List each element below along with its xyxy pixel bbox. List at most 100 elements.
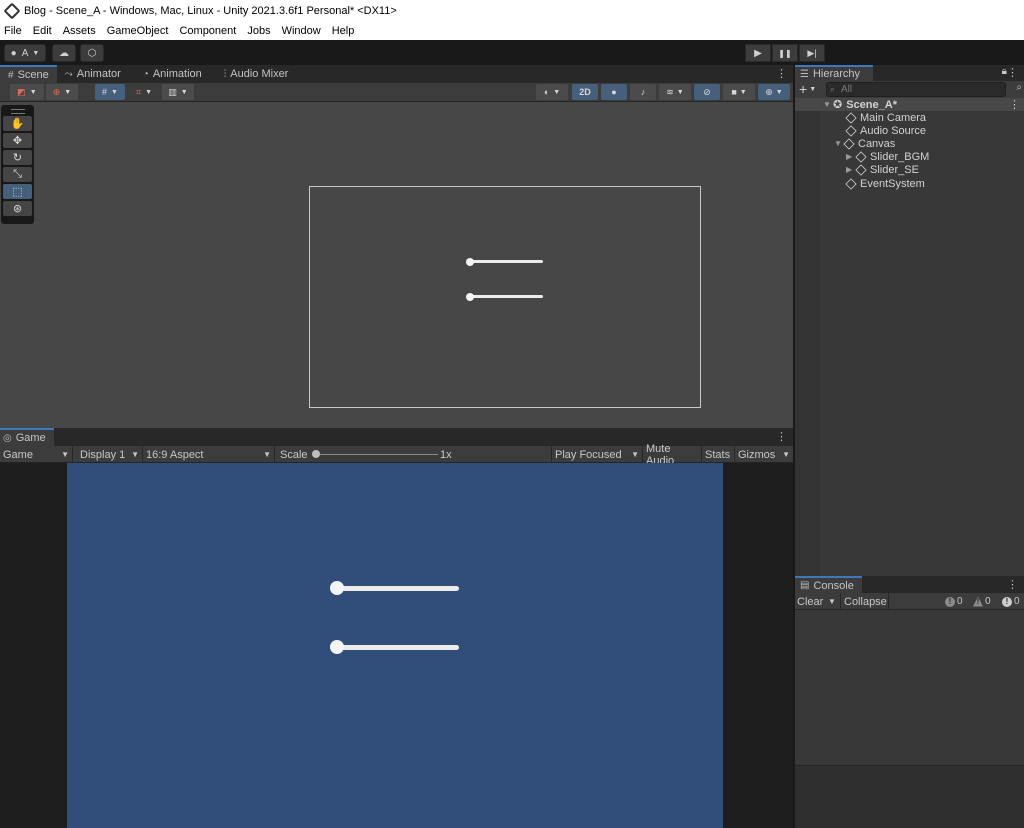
mute-audio-button[interactable]: Mute Audio	[643, 443, 702, 467]
search-options-icon[interactable]: ⌕	[1016, 82, 1022, 93]
animator-icon: ⤳	[64, 68, 73, 80]
gizmos-dropdown[interactable]: ⊕ ▼	[758, 84, 790, 100]
error-count-toggle[interactable]: ! 0	[1002, 593, 1020, 610]
chevron-down-icon: ▼	[553, 88, 561, 96]
hierarchy-item[interactable]: ▼ Canvas	[834, 137, 895, 150]
audio-icon: ♪	[640, 87, 646, 97]
move-arrows-icon: ✥	[12, 135, 23, 147]
tab-console[interactable]: ▤ Console	[795, 576, 862, 593]
scale-slider-track[interactable]	[316, 454, 438, 455]
warning-count-toggle[interactable]: ! 0	[973, 593, 991, 610]
transform-tool-button[interactable]: ⊛	[3, 201, 32, 216]
effects-dropdown[interactable]: ≋ ▼	[659, 84, 691, 100]
hierarchy-panel-header: ☰ Hierarchy 🔒︎ ⋮	[795, 65, 1024, 81]
hierarchy-item[interactable]: ▶ Slider_BGM	[846, 150, 929, 163]
scene-slider-bgm-handle[interactable]	[466, 258, 474, 266]
grid-visibility-dropdown[interactable]: ▥ ▼	[162, 84, 194, 100]
menu-jobs[interactable]: Jobs	[247, 25, 270, 37]
play-icon: ▶	[754, 47, 762, 59]
scale-tool-button[interactable]: ⤡	[3, 167, 32, 182]
scene-panel-menu-icon[interactable]: ⋮	[776, 67, 787, 80]
info-count-toggle[interactable]: ! 0	[945, 593, 963, 610]
scene-toolbar: ◩ ▼ ⊕ ▼ # ▼ ⌗ ▼ ▥ ▼ ◐ ▼ 2D ● ♪ ≋ ▼ ⊘ ■ ▼ ⊕ ▼	[0, 83, 793, 102]
gameobject-cube-icon	[845, 124, 857, 137]
game-slider-se[interactable]	[337, 645, 459, 650]
add-object-button[interactable]: + ▼	[799, 81, 816, 98]
hierarchy-toolbar: + ▼ ⌕ All ⌕	[795, 81, 1024, 98]
scene-slider-se[interactable]	[470, 295, 543, 298]
scene-slider-se-handle[interactable]	[466, 293, 474, 301]
tab-scene[interactable]: # Scene	[0, 65, 57, 83]
game-slider-bgm-handle[interactable]	[330, 581, 344, 595]
scene-menu-icon[interactable]: ⋮	[1009, 98, 1020, 111]
menu-edit[interactable]: Edit	[33, 25, 52, 37]
hand-tool-button[interactable]: ✋	[3, 116, 32, 131]
tab-hierarchy[interactable]: ☰ Hierarchy	[795, 65, 873, 81]
hierarchy-menu-icon[interactable]: ⋮	[1007, 66, 1018, 79]
hierarchy-item[interactable]: ▶ Slider_SE	[846, 163, 919, 176]
tab-animator[interactable]: ⤳ Animator	[57, 65, 129, 83]
lighting-toggle-button[interactable]: ●	[601, 84, 627, 100]
display-dropdown[interactable]: Display 1 ▼	[77, 446, 143, 463]
hierarchy-search-placeholder: All	[841, 84, 853, 95]
audio-toggle-button[interactable]: ♪	[630, 84, 656, 100]
move-tool-button[interactable]: ✥	[3, 133, 32, 148]
game-slider-se-handle[interactable]	[330, 640, 344, 654]
menu-help[interactable]: Help	[332, 25, 355, 37]
console-log-list[interactable]	[795, 610, 1024, 828]
collab-icon: ⬡	[87, 47, 97, 59]
draw-mode-dropdown[interactable]: ◩ ▼	[10, 84, 44, 100]
snap-increment-dropdown[interactable]: ⌗ ▼	[130, 84, 158, 100]
menu-assets[interactable]: Assets	[63, 25, 96, 37]
scale-slider-handle[interactable]	[312, 450, 320, 458]
tab-scene-label: Scene	[17, 69, 49, 81]
chevron-down-icon: ▼	[775, 88, 783, 96]
warning-icon: !	[973, 596, 983, 607]
global-toggle-dropdown[interactable]: ⊕ ▼	[46, 84, 78, 100]
pause-button[interactable]: ❚❚	[772, 44, 798, 62]
globe-icon: ⊕	[52, 86, 61, 97]
play-mode-dropdown[interactable]: Play Focused ▼	[551, 446, 643, 463]
palette-drag-handle[interactable]	[10, 109, 25, 114]
gameobject-cube-icon	[855, 150, 867, 163]
collapse-button[interactable]: Collapse	[840, 593, 889, 610]
hierarchy-item[interactable]: Audio Source	[845, 124, 927, 137]
console-menu-icon[interactable]: ⋮	[1007, 578, 1018, 591]
collab-button[interactable]: ⬡	[80, 44, 104, 62]
shading-mode-dropdown[interactable]: ◐ ▼	[536, 84, 568, 100]
tab-game[interactable]: ◎ Game	[0, 428, 54, 446]
menu-file[interactable]: File	[4, 25, 22, 37]
game-gizmos-dropdown[interactable]: Gizmos ▼	[735, 446, 793, 463]
scene-root-row[interactable]: ▼ ✪ Scene_A* ⋮	[795, 98, 1024, 111]
hierarchy-item[interactable]: EventSystem	[845, 177, 925, 190]
clear-options-dropdown[interactable]: ▼	[828, 593, 836, 610]
rotate-tool-button[interactable]: ↻	[3, 150, 32, 165]
stats-button[interactable]: Stats	[702, 446, 735, 463]
menu-window[interactable]: Window	[282, 25, 321, 37]
tab-animation[interactable]: ◔ Animation	[135, 65, 210, 83]
game-panel-menu-icon[interactable]: ⋮	[776, 430, 787, 443]
cloud-button[interactable]: ☁	[52, 44, 76, 62]
camera-settings-dropdown[interactable]: ■ ▼	[723, 84, 755, 100]
eye-slash-icon: ⊘	[703, 86, 711, 97]
aspect-dropdown[interactable]: 16:9 Aspect ▼	[143, 446, 275, 463]
tab-audio-mixer[interactable]: ⫶ Audio Mixer	[216, 65, 297, 83]
rect-tool-button[interactable]: ⬚	[3, 184, 32, 199]
menu-gameobject[interactable]: GameObject	[107, 25, 169, 37]
play-button[interactable]: ▶	[745, 44, 771, 62]
scene-slider-bgm[interactable]	[470, 260, 543, 263]
grid-snap-dropdown[interactable]: # ▼	[95, 84, 125, 100]
hierarchy-item[interactable]: Main Camera	[845, 111, 926, 124]
account-button[interactable]: ● A ▼	[4, 44, 46, 62]
game-mode-dropdown[interactable]: Game ▼	[0, 446, 73, 463]
account-label: A	[21, 47, 29, 59]
audio-mixer-icon: ⫶	[223, 68, 227, 80]
hierarchy-item-label: Audio Source	[860, 124, 927, 137]
game-slider-bgm[interactable]	[337, 586, 459, 591]
hidden-objects-toggle[interactable]: ⊘	[694, 84, 720, 100]
hierarchy-search-input[interactable]: ⌕ All	[826, 82, 1006, 97]
step-button[interactable]: ▶|	[799, 44, 825, 62]
clear-button[interactable]: Clear	[797, 593, 823, 610]
menu-component[interactable]: Component	[179, 25, 236, 37]
2d-toggle-button[interactable]: 2D	[572, 84, 598, 100]
